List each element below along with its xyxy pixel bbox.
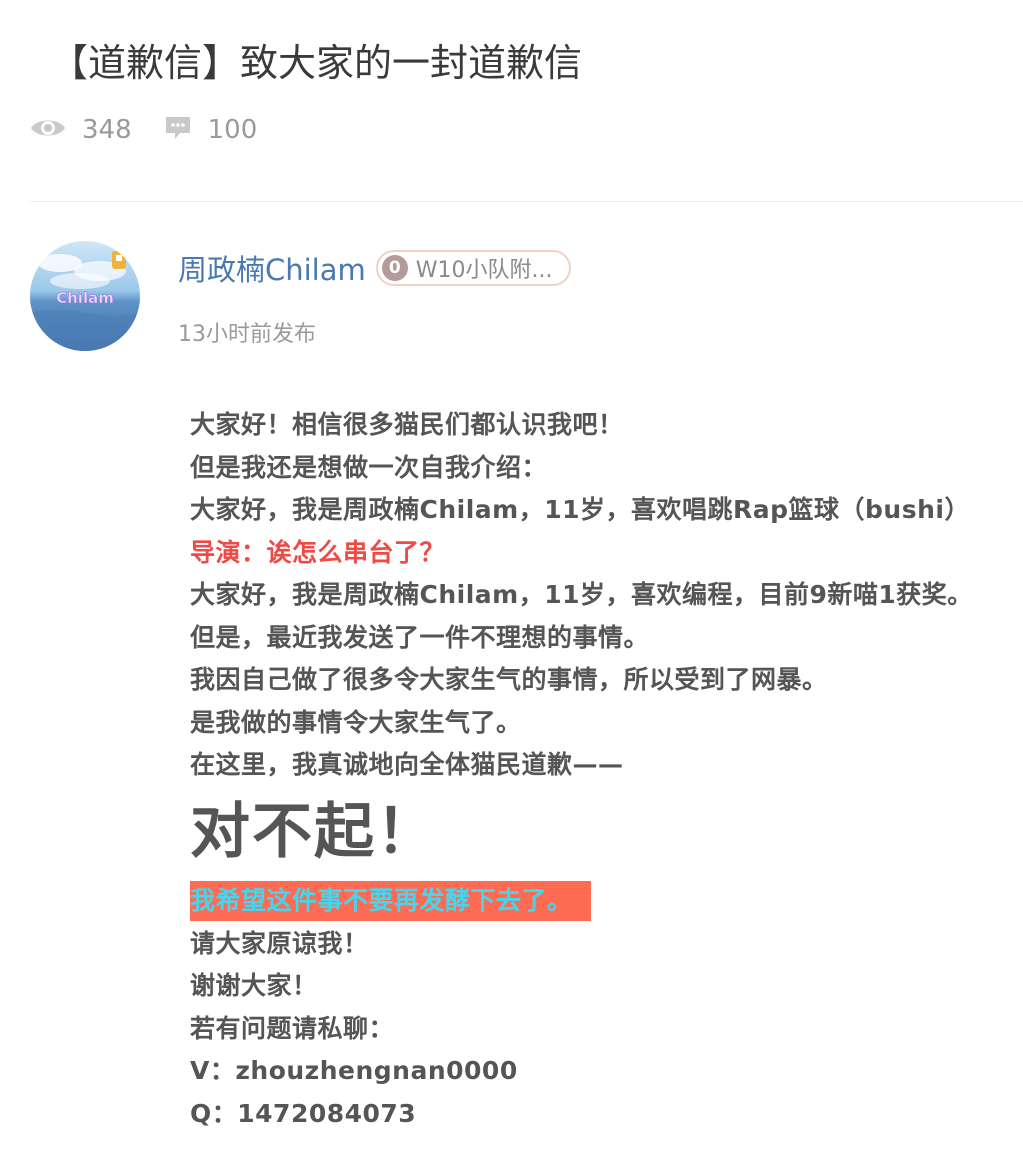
post-time: 13小时前发布 bbox=[178, 322, 316, 347]
content-line: 大家好！相信很多猫民们都认识我吧！ bbox=[190, 410, 624, 439]
author-badge[interactable]: 0 W10小队附... bbox=[375, 250, 571, 286]
content-line-red: 导演：诶怎么串台了？ bbox=[190, 537, 446, 567]
content-line: Q：1472084073 bbox=[190, 1098, 417, 1128]
comment-bubble-icon bbox=[164, 114, 192, 146]
author-name[interactable]: 周政楠Chilam bbox=[178, 247, 366, 289]
content-line: 但是我还是想做一次自我介绍： bbox=[190, 452, 548, 482]
post-page: 【道歉信】致大家的一封道歉信 348 100 Chilam 周政楠Chilam … bbox=[0, 0, 1023, 1155]
content-line: 请大家原谅我！ bbox=[190, 928, 369, 958]
comment-count[interactable]: 100 bbox=[164, 114, 258, 146]
comment-count-value: 100 bbox=[207, 115, 258, 145]
view-count-value: 348 bbox=[82, 115, 132, 145]
content-line: 大家好，我是周政楠Chilam，11岁，喜欢编程，目前9新喵1获奖。 bbox=[190, 580, 973, 609]
author-row: 周政楠Chilam 0 W10小队附... bbox=[178, 248, 571, 288]
post-title: 【道歉信】致大家的一封道歉信 bbox=[50, 41, 583, 85]
post-content: 大家好！相信很多猫民们都认识我吧！ 但是我还是想做一次自我介绍： 大家好，我是周… bbox=[190, 404, 1020, 1135]
content-line: 若有问题请私聊： bbox=[190, 1013, 395, 1043]
view-count: 348 bbox=[30, 115, 132, 145]
content-line-highlighted: 我希望这件事不要再发酵下去了。 bbox=[190, 880, 591, 921]
content-line: 大家好，我是周政楠Chilam，11岁，喜欢唱跳Rap篮球（bushi） bbox=[190, 495, 970, 524]
divider bbox=[30, 201, 1023, 202]
content-line-large: 对不起！ bbox=[190, 796, 438, 867]
content-line: 谢谢大家！ bbox=[190, 971, 318, 1000]
content-line: 是我做的事情令大家生气了。 bbox=[190, 707, 522, 737]
content-line: 但是，最近我发送了一件不理想的事情。 bbox=[190, 622, 650, 652]
content-line: 在这里，我真诚地向全体猫民道歉—— bbox=[190, 750, 624, 779]
post-stats: 348 100 bbox=[30, 112, 289, 148]
content-line: 我因自己做了很多令大家生气的事情，所以受到了网暴。 bbox=[190, 665, 828, 694]
avatar-text: Chilam bbox=[56, 289, 114, 307]
eye-icon bbox=[30, 116, 66, 144]
content-line: V：zhouzhengnan0000 bbox=[190, 1056, 518, 1085]
avatar[interactable]: Chilam bbox=[30, 241, 140, 351]
badge-label: W10小队附... bbox=[415, 258, 553, 283]
badge-level-icon: 0 bbox=[381, 255, 408, 281]
